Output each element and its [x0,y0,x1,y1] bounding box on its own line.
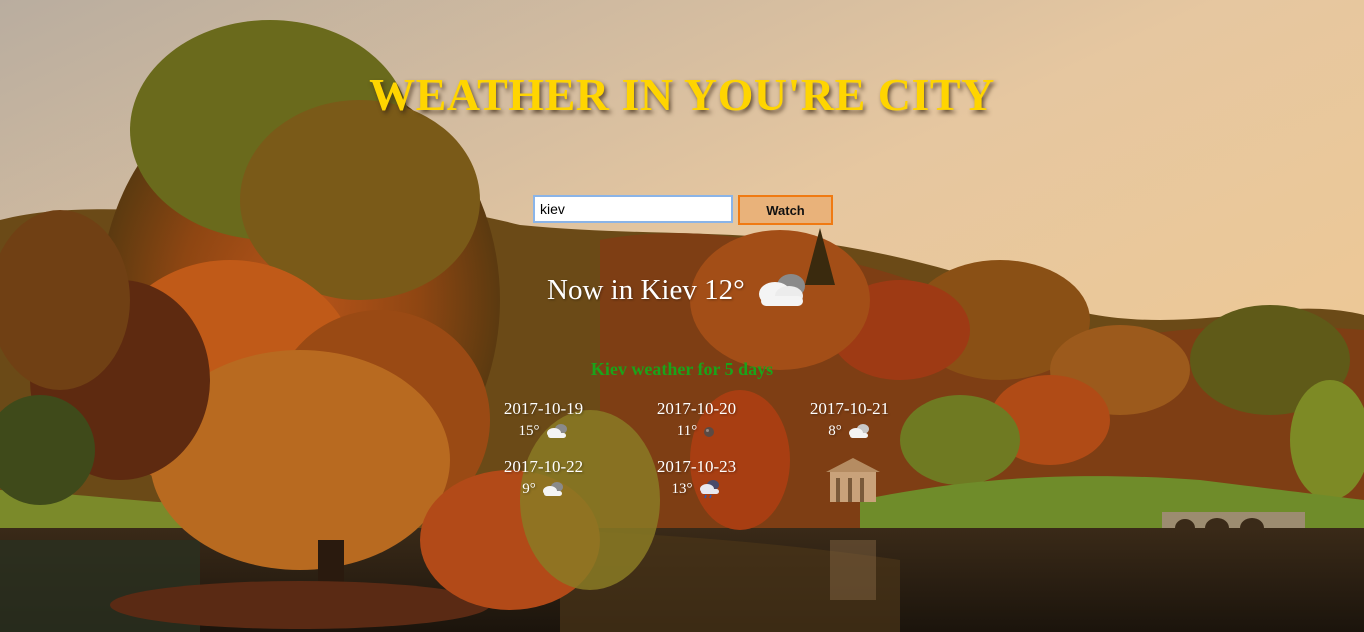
rain-drop-icon [702,424,716,438]
forecast-day: 2017-10-22 9° [467,456,620,500]
forecast-temp: 11° [676,423,698,439]
forecast-title: Kiev weather for 5 days [590,359,774,379]
forecast-temp: 9° [522,481,536,497]
forecast-date: 2017-10-22 [503,457,584,476]
forecast-day: 2017-10-23 13° [620,456,773,500]
forecast-list: 2017-10-19 15° 2017-10-20 11° 2017-10-21… [467,398,927,500]
watch-button[interactable]: Watch [738,195,833,225]
forecast-date: 2017-10-20 [656,399,737,418]
forecast-day: 2017-10-19 15° [467,398,620,442]
page-title: WEATHER IN YOU'RE CITY [369,69,995,120]
forecast-day: 2017-10-21 8° [773,398,926,442]
forecast-temp: 15° [518,423,540,439]
cloud-icon [753,270,809,310]
cloud-icon [541,480,565,498]
forecast-date: 2017-10-21 [809,399,890,418]
cloud-icon [847,422,871,440]
forecast-date: 2017-10-19 [503,399,584,418]
cloud-icon [545,422,569,440]
forecast-temp: 8° [828,423,842,439]
forecast-temp: 13° [671,481,693,497]
rain-cloud-icon [698,479,722,499]
search-bar: Watch [533,195,833,225]
city-search-input[interactable] [533,195,733,223]
current-weather: Now in Kiev 12° [547,270,809,310]
current-weather-text: Now in Kiev 12° [547,273,745,306]
forecast-day: 2017-10-20 11° [620,398,773,442]
forecast-date: 2017-10-23 [656,457,737,476]
